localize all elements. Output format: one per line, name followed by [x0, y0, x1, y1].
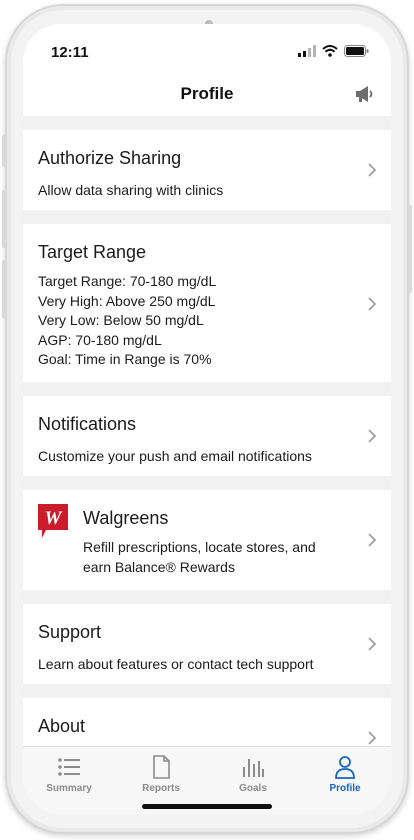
chevron-right-icon	[368, 163, 377, 177]
chevron-right-icon	[368, 731, 377, 745]
tab-label: Summary	[46, 783, 92, 794]
list-icon	[58, 758, 80, 776]
tab-label: Profile	[329, 783, 361, 794]
page-title: Profile	[180, 84, 234, 103]
about-row[interactable]: About	[23, 698, 391, 746]
bar-chart-icon	[243, 759, 264, 777]
row-detail-line: Refill prescriptions, locate stores, and	[83, 539, 316, 555]
home-indicator	[142, 804, 272, 809]
chevron-right-icon	[368, 637, 377, 651]
tab-summary[interactable]: Summary	[23, 747, 115, 803]
svg-text:W: W	[45, 508, 63, 529]
row-title: Walgreens	[83, 508, 169, 528]
chevron-right-icon	[368, 429, 377, 443]
status-bar: 12:11	[23, 24, 391, 74]
target-range-row[interactable]: Target Range Target Range: 70-180 mg/dL …	[23, 224, 391, 382]
row-subtitle: Customize your push and email notificati…	[38, 448, 312, 464]
cellular-signal-icon	[298, 45, 316, 57]
row-detail-line: earn Balance® Rewards	[83, 558, 235, 575]
notifications-row[interactable]: Notifications Customize your push and em…	[23, 396, 391, 476]
screen: 12:11 Profile Authorize Sharing Allow da…	[23, 24, 391, 814]
document-icon	[153, 755, 170, 779]
row-title: Target Range	[38, 242, 147, 262]
side-button	[2, 260, 6, 318]
row-subtitle: Allow data sharing with clinics	[38, 182, 224, 198]
tab-reports[interactable]: Reports	[115, 747, 207, 803]
tab-label: Reports	[142, 783, 180, 794]
walgreens-logo-icon: W	[38, 504, 68, 538]
row-detail-line: AGP: 70-180 mg/dL	[38, 331, 162, 348]
walgreens-row[interactable]: W Walgreens Refill prescriptions, locate…	[23, 490, 391, 590]
chevron-right-icon	[368, 533, 377, 547]
support-row[interactable]: Support Learn about features or contact …	[23, 604, 391, 684]
row-detail-line: Goal: Time in Range is 70%	[38, 351, 212, 367]
status-time: 12:11	[51, 44, 89, 61]
row-title: Notifications	[38, 414, 137, 434]
person-icon	[335, 756, 355, 779]
nav-bar: Profile	[23, 76, 391, 116]
row-title: Support	[38, 622, 102, 642]
side-button	[408, 205, 412, 293]
tab-goals[interactable]: Goals	[207, 747, 299, 803]
row-detail-line: Very High: Above 250 mg/dL	[38, 292, 216, 309]
status-icons	[298, 45, 369, 57]
row-detail-line: Target Range: 70-180 mg/dL	[38, 273, 217, 289]
profile-list: Authorize Sharing Allow data sharing wit…	[23, 116, 391, 746]
chevron-right-icon	[368, 297, 377, 311]
tab-profile[interactable]: Profile	[299, 747, 391, 803]
row-detail-line: Very Low: Below 50 mg/dL	[38, 312, 204, 328]
row-title: About	[38, 716, 86, 736]
wifi-icon	[322, 45, 338, 57]
battery-icon	[344, 45, 369, 57]
side-button	[2, 190, 6, 248]
side-button	[2, 135, 6, 167]
authorize-sharing-row[interactable]: Authorize Sharing Allow data sharing wit…	[23, 130, 391, 210]
row-title: Authorize Sharing	[38, 148, 182, 168]
megaphone-icon[interactable]	[353, 82, 377, 106]
row-subtitle: Learn about features or contact tech sup…	[38, 656, 314, 672]
tab-label: Goals	[239, 783, 267, 794]
